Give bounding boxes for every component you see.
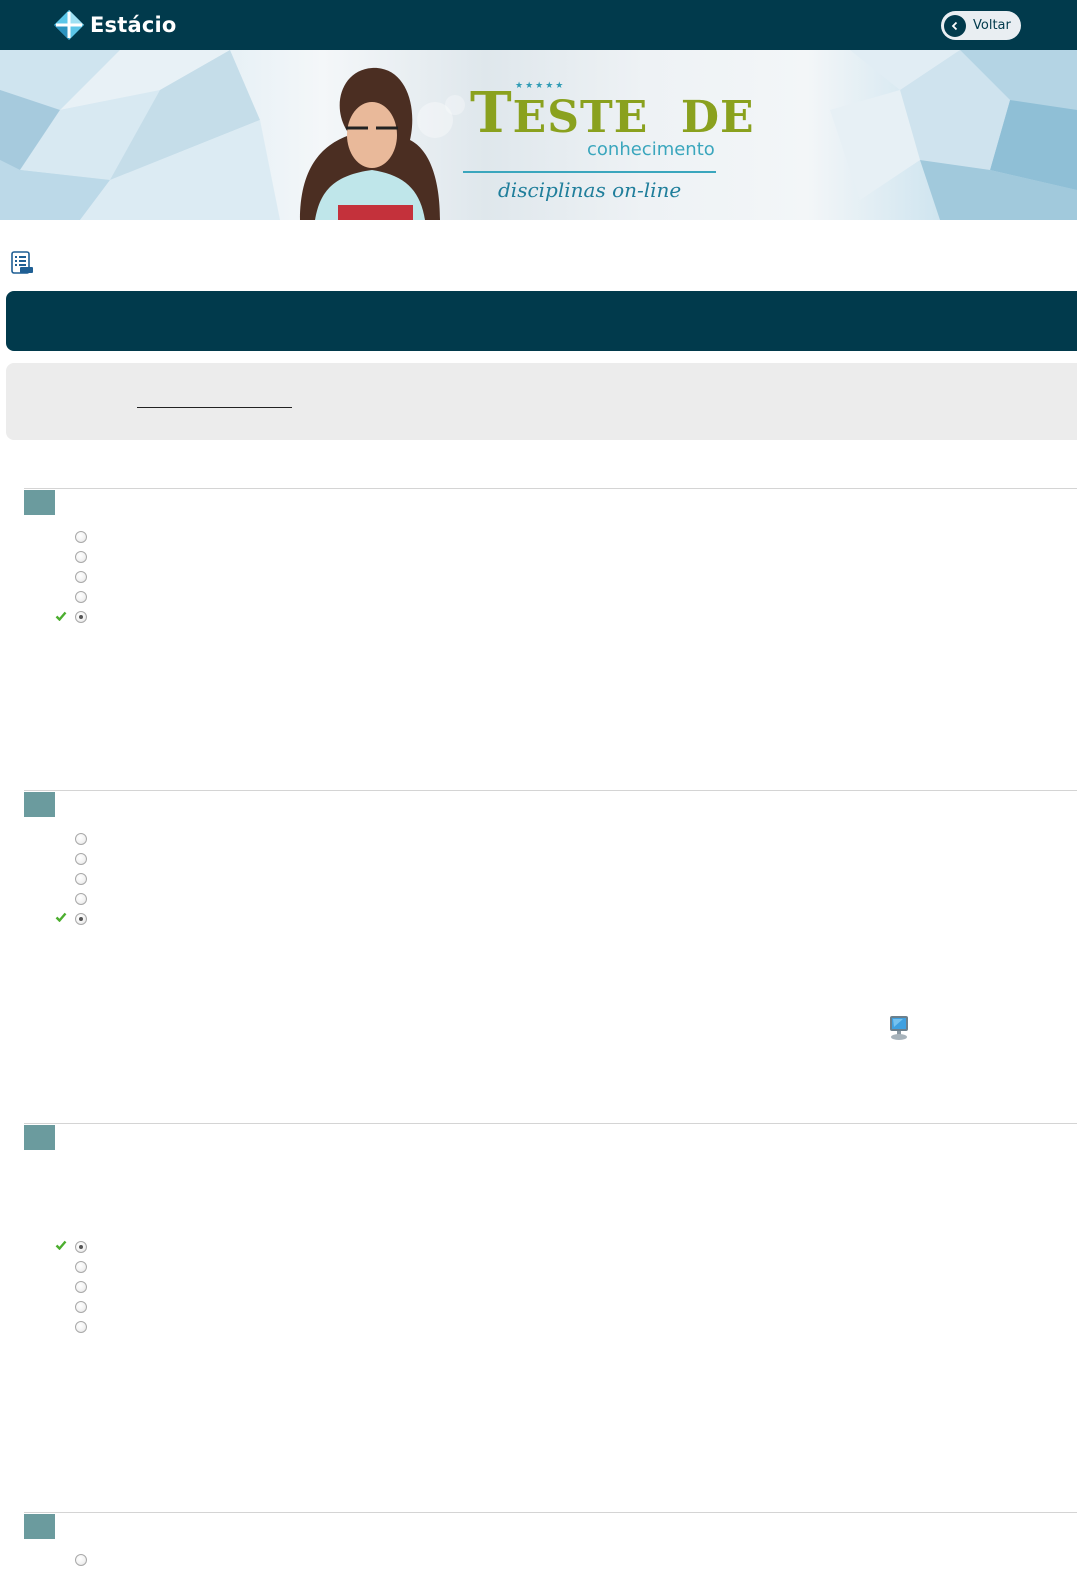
info-link[interactable]	[137, 396, 292, 408]
answer-radio[interactable]	[75, 1261, 87, 1273]
question-separator	[24, 1512, 1077, 1513]
question-number-badge	[24, 792, 55, 817]
answer-radio[interactable]	[75, 873, 87, 885]
title-bar	[6, 291, 1077, 351]
checkmark-icon	[55, 912, 67, 922]
question-separator	[24, 488, 1077, 489]
question-separator	[24, 1123, 1077, 1124]
monitor-icon[interactable]	[888, 1014, 910, 1041]
info-box	[6, 363, 1077, 440]
banner-title-rest: ESTE DE	[512, 92, 755, 143]
answer-radio-selected[interactable]	[75, 913, 87, 925]
back-button[interactable]: Voltar	[941, 11, 1021, 40]
question-number-badge	[24, 1125, 55, 1150]
answer-radio[interactable]	[75, 893, 87, 905]
answer-radio[interactable]	[75, 853, 87, 865]
banner-tagline: disciplinas on-line	[498, 178, 682, 202]
answer-radio[interactable]	[75, 1301, 87, 1313]
answer-radio-selected[interactable]	[75, 1241, 87, 1253]
checkmark-icon	[55, 1240, 67, 1250]
answer-radio-selected[interactable]	[75, 611, 87, 623]
question-number-badge	[24, 490, 55, 515]
checkmark-icon	[55, 611, 67, 621]
banner-subtitle: conhecimento	[587, 139, 715, 160]
answer-radio[interactable]	[75, 531, 87, 543]
answer-radio[interactable]	[75, 1281, 87, 1293]
answer-radio[interactable]	[75, 1321, 87, 1333]
banner-title: TESTE DE	[470, 80, 755, 146]
back-button-label: Voltar	[973, 18, 1011, 33]
banner-title-initial: T	[470, 80, 513, 146]
estacio-logo-icon	[54, 10, 84, 40]
top-bar: Estácio Voltar	[0, 0, 1077, 50]
answer-radio[interactable]	[75, 1554, 87, 1566]
question-separator	[24, 790, 1077, 791]
brand-name: Estácio	[90, 13, 177, 37]
question-number-badge	[24, 1514, 55, 1539]
answer-radio[interactable]	[75, 571, 87, 583]
chevron-left-icon	[944, 14, 966, 37]
brand[interactable]: Estácio	[54, 9, 177, 41]
document-list-icon[interactable]	[11, 251, 34, 275]
answer-radio[interactable]	[75, 551, 87, 563]
answer-radio[interactable]	[75, 833, 87, 845]
answer-radio[interactable]	[75, 591, 87, 603]
banner-divider	[463, 171, 716, 173]
banner: ★★★★★ TESTE DE conhecimento disciplinas …	[0, 50, 1077, 220]
